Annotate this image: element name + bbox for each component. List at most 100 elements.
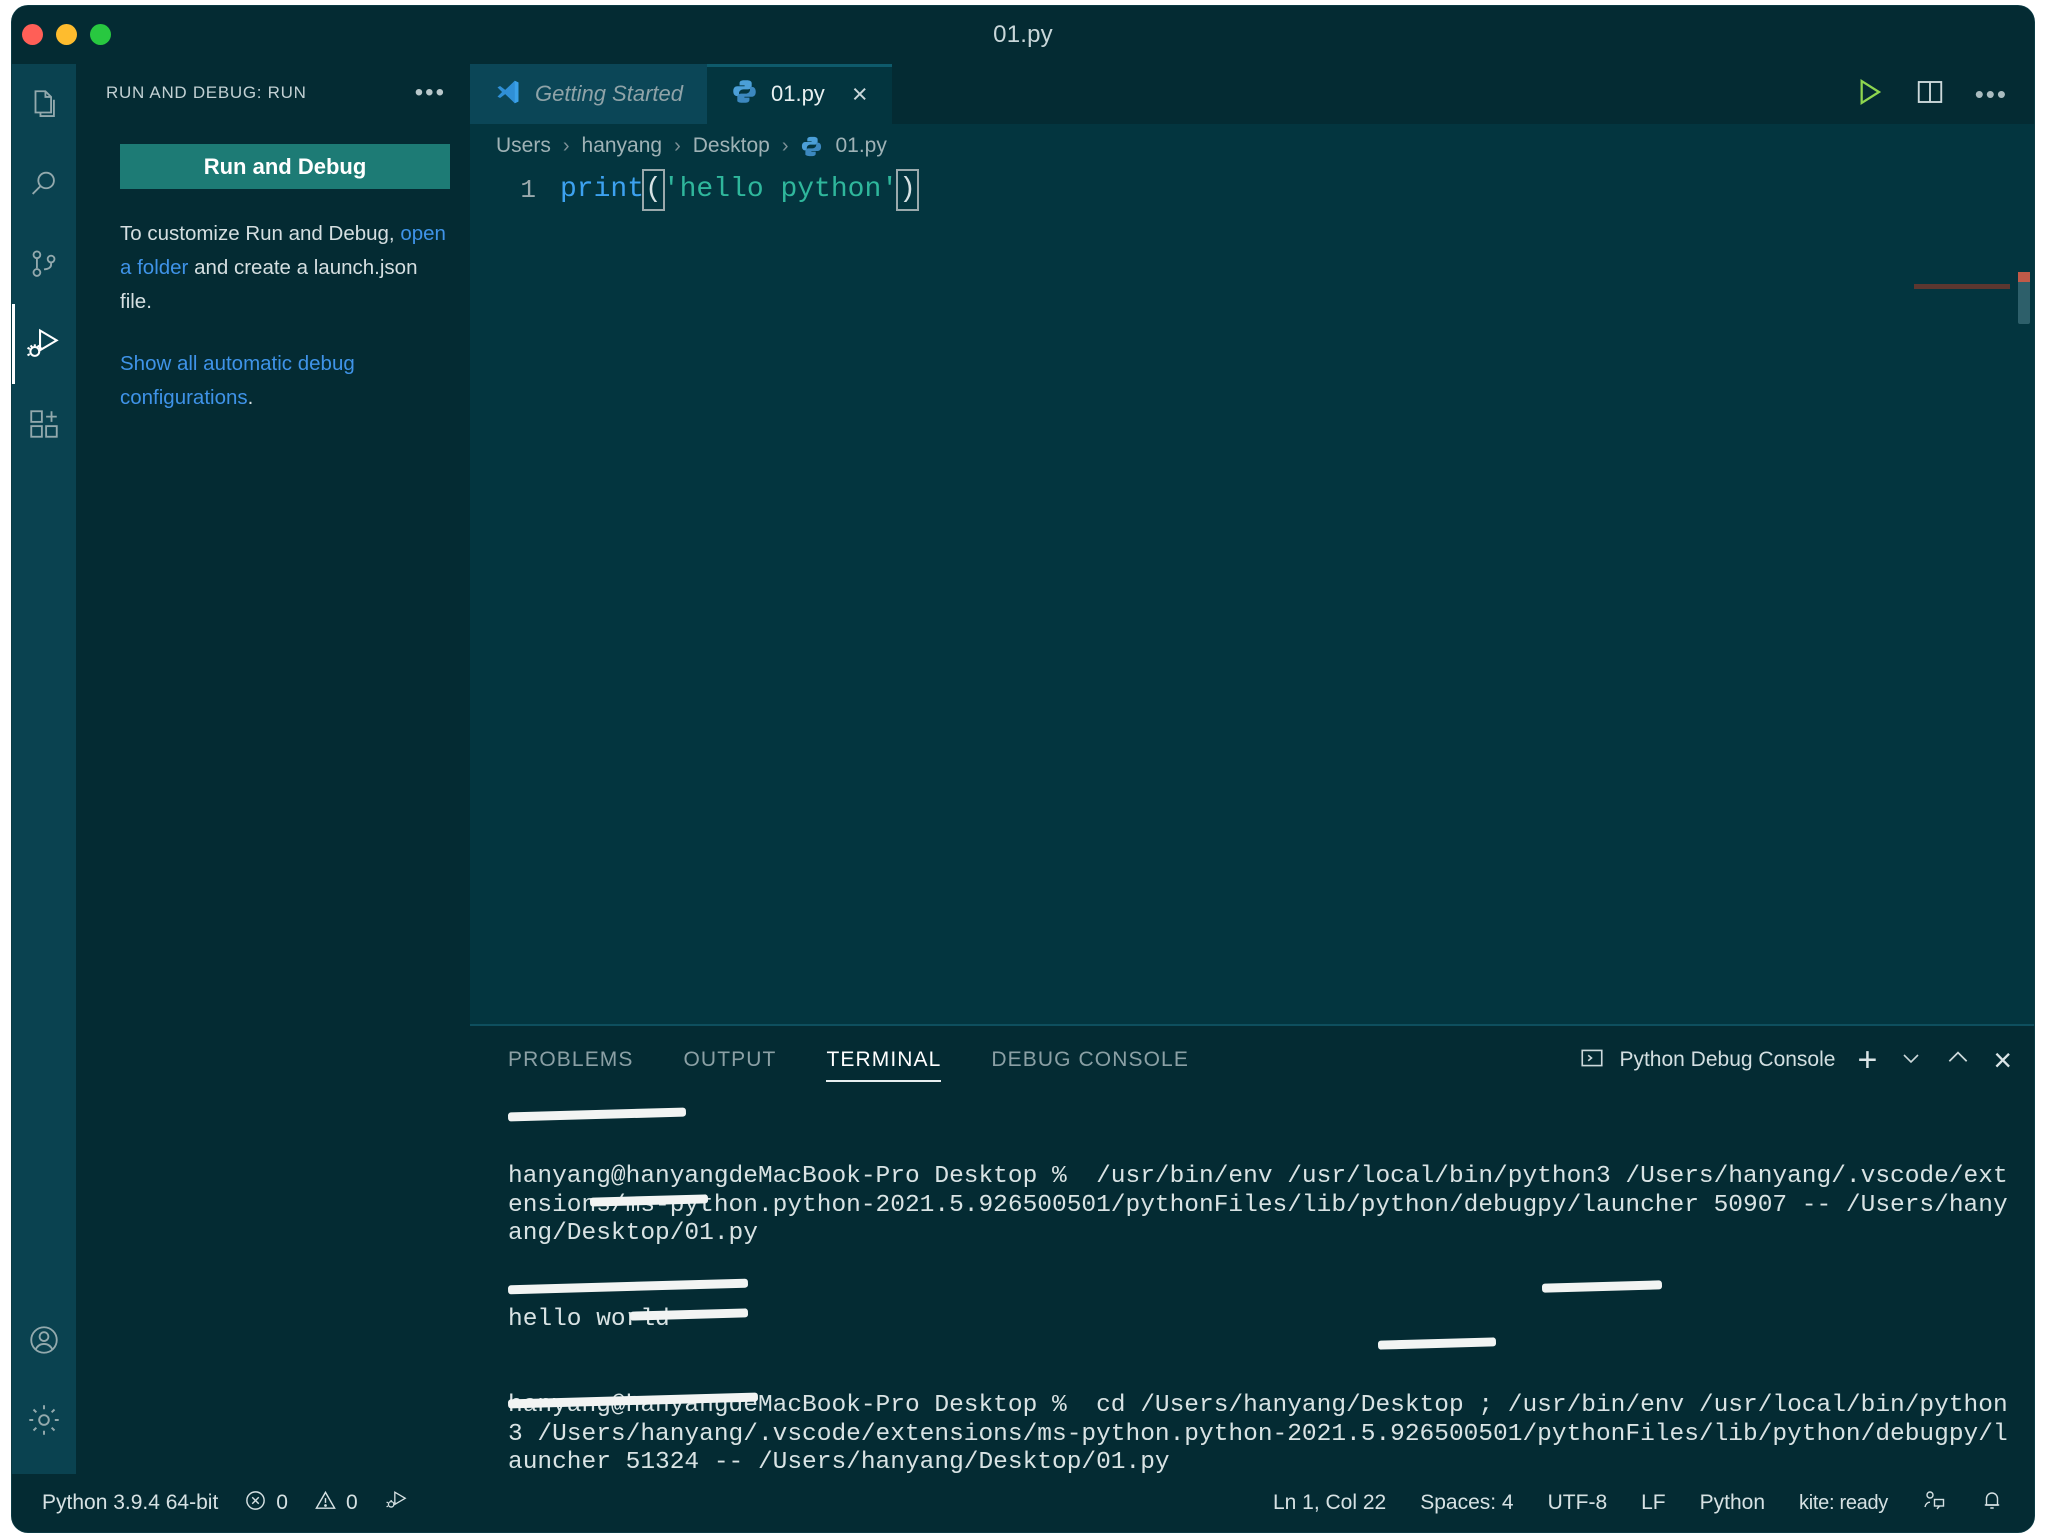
chevron-right-icon: › [782,135,789,158]
show-all-automatic-debug-configurations-link[interactable]: Show all automatic debug configurations [120,352,355,409]
sidebar-item-run-and-debug[interactable] [12,304,76,384]
close-icon[interactable]: × [1993,1050,2012,1070]
status-warnings[interactable]: 0 [314,1489,358,1518]
tab-01-py[interactable]: 01.py × [707,64,892,124]
status-encoding[interactable]: UTF-8 [1548,1491,1608,1515]
redaction-mark [1542,1280,1662,1292]
overview-ruler-marker [2018,272,2030,282]
terminal-selector[interactable]: Python Debug Console [1579,1045,1835,1076]
terminal-line: hanyang@hanyangdeMacBook-Pro Desktop % c… [508,1392,2012,1476]
tab-getting-started[interactable]: Getting Started [470,64,707,124]
run-and-debug-sidebar: RUN AND DEBUG: RUN ••• Run and Debug To … [76,64,470,1474]
sidebar-item-extensions[interactable] [12,384,76,464]
status-python-interpreter[interactable]: Python 3.9.4 64-bit [42,1491,218,1515]
run-debug-icon [384,1487,410,1519]
redaction-mark [508,1279,748,1295]
code-token-open-paren: ( [644,171,663,209]
traffic-light-buttons [22,24,111,45]
bell-icon [1980,1488,2004,1518]
vscode-logo-icon [494,78,522,111]
tab-output[interactable]: OUTPUT [684,1026,777,1094]
ellipsis-icon[interactable]: ••• [1975,90,2008,98]
activity-bar-bottom [12,1300,76,1474]
run-and-debug-button[interactable]: Run and Debug [120,144,450,189]
minimize-window-button[interactable] [56,24,77,45]
terminal-output[interactable]: hanyang@hanyangdeMacBook-Pro Desktop % /… [470,1094,2034,1476]
close-icon[interactable]: × [852,81,868,108]
plus-icon[interactable]: + [1857,1050,1877,1070]
split-editor-icon[interactable] [1915,77,1945,112]
sidebar-more-actions-button[interactable]: ••• [415,88,446,98]
chevron-down-icon[interactable] [1899,1046,1923,1075]
search-icon [27,167,61,201]
tab-debug-console[interactable]: DEBUG CONSOLE [991,1026,1189,1094]
sidebar-item-explorer[interactable] [12,64,76,144]
minimap[interactable] [1914,272,2018,312]
code-editor[interactable]: 1 print('hello python') [470,168,2034,1024]
chevron-right-icon: › [563,135,570,158]
vscode-window: 01.py [12,6,2034,1532]
status-debug-shortcut[interactable] [384,1487,410,1519]
line-number: 1 [470,171,560,209]
terminal-line: hanyang@hanyangdeMacBook-Pro Desktop % /… [508,1163,2012,1249]
close-window-button[interactable] [22,24,43,45]
status-bar: Python 3.9.4 64-bit 0 0 [12,1474,2034,1532]
status-errors-count: 0 [276,1491,288,1515]
tab-label: Getting Started [535,81,683,107]
status-notifications[interactable] [1980,1488,2004,1518]
status-bar-right: Ln 1, Col 22 Spaces: 4 UTF-8 LF Python k… [1273,1488,2034,1518]
code-token-close-paren: ) [898,171,917,209]
status-kite[interactable]: kite: ready [1799,1492,1888,1515]
sidebar-header: RUN AND DEBUG: RUN ••• [76,64,470,122]
customize-hint-text: To customize Run and Debug, open a folde… [120,217,452,319]
code-text: print('hello python') [560,171,917,209]
play-icon[interactable] [1853,76,1885,113]
breadcrumb-item-01-py[interactable]: 01.py [835,134,886,158]
breadcrumb-item-hanyang[interactable]: hanyang [582,134,663,158]
files-icon [27,87,61,121]
code-token-string: 'hello python' [663,174,898,205]
redaction-mark [1378,1337,1496,1349]
status-eol[interactable]: LF [1641,1491,1666,1515]
sidebar-item-manage[interactable] [12,1380,76,1460]
code-token-function: print [560,174,644,205]
zoom-window-button[interactable] [90,24,111,45]
breadcrumb-item-users[interactable]: Users [496,134,551,158]
breadcrumb: Users › hanyang › Desktop › 01.py [470,124,2034,168]
status-live-share[interactable] [1922,1488,1946,1518]
window-title: 01.py [12,21,2034,49]
account-icon [27,1323,61,1357]
tab-bar-filler [892,64,1827,124]
editor-group: Getting Started 01.py × [470,64,2034,1474]
status-indentation[interactable]: Spaces: 4 [1420,1491,1513,1515]
hint-suffix: . [248,386,254,409]
sidebar-item-accounts[interactable] [12,1300,76,1380]
status-errors[interactable]: 0 [244,1489,288,1518]
tab-problems[interactable]: PROBLEMS [508,1026,634,1094]
python-icon [800,135,823,158]
title-bar: 01.py [12,6,2034,64]
gear-icon [26,1402,62,1438]
python-icon [731,78,758,110]
status-language-mode[interactable]: Python [1700,1491,1765,1515]
terminal-icon [1579,1045,1605,1076]
tab-terminal[interactable]: TERMINAL [826,1026,941,1094]
bottom-panel: PROBLEMS OUTPUT TERMINAL DEBUG CONSOLE P… [470,1024,2034,1474]
panel-tab-bar: PROBLEMS OUTPUT TERMINAL DEBUG CONSOLE P… [470,1026,2034,1094]
run-debug-icon [25,325,63,363]
live-share-icon [1922,1488,1946,1518]
error-icon [244,1489,267,1518]
breadcrumb-item-desktop[interactable]: Desktop [693,134,770,158]
sidebar-item-search[interactable] [12,144,76,224]
status-cursor-position[interactable]: Ln 1, Col 22 [1273,1491,1386,1515]
automatic-debug-config-text: Show all automatic debug configurations. [120,347,452,415]
chevron-right-icon: › [674,135,681,158]
hint-prefix: To customize Run and Debug, [120,222,400,245]
extensions-icon [27,407,61,441]
chevron-up-icon[interactable] [1945,1045,1971,1076]
status-bar-left: Python 3.9.4 64-bit 0 0 [12,1487,410,1519]
sidebar-item-source-control[interactable] [12,224,76,304]
editor-tab-bar: Getting Started 01.py × [470,64,2034,124]
warning-icon [314,1489,337,1518]
code-line-1: 1 print('hello python') [470,168,2034,210]
